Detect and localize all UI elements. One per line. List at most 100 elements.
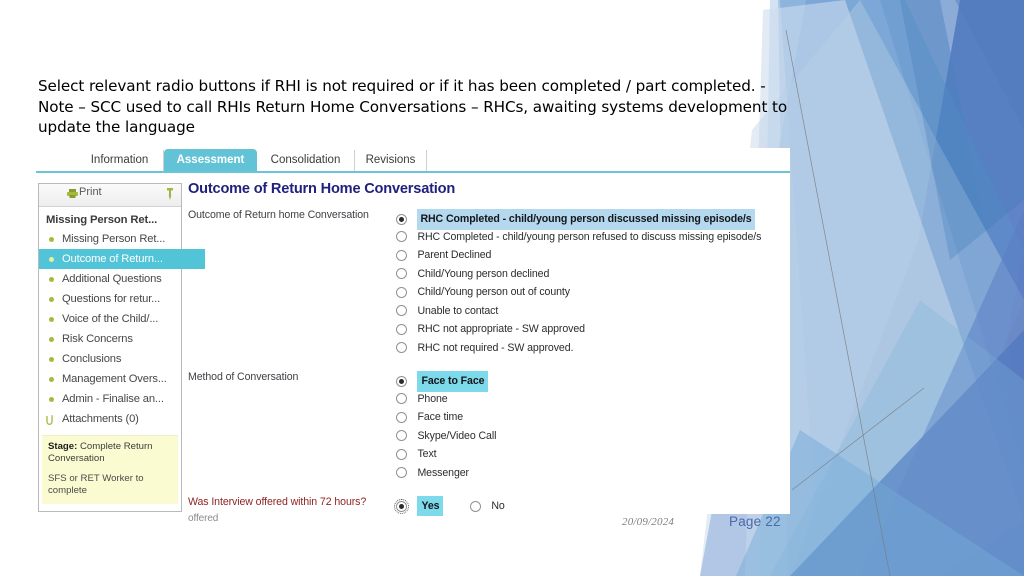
sidebar-item-attachments[interactable]: Attachments (0) — [39, 409, 181, 429]
print-button[interactable]: Print — [79, 186, 102, 198]
radio-label[interactable]: Face to Face — [417, 371, 489, 392]
radio-option[interactable]: Face time — [396, 408, 788, 427]
sidebar-item-conclusions[interactable]: Conclusions — [39, 349, 181, 369]
radio-label[interactable]: RHC Completed - child/young person discu… — [417, 209, 755, 230]
radio-label[interactable]: Parent Declined — [417, 246, 491, 265]
radio-button[interactable] — [396, 467, 407, 479]
radio-button[interactable] — [396, 430, 407, 442]
bullet-icon — [49, 277, 54, 282]
radio-label[interactable]: Face time — [417, 408, 463, 427]
bullet-icon — [49, 237, 54, 242]
sidebar-item-voice-of-the-child[interactable]: Voice of the Child/... — [39, 309, 181, 329]
section-title: Outcome of Return Home Conversation — [188, 181, 456, 197]
radio-button[interactable] — [469, 500, 481, 512]
radio-option[interactable]: Unable to contact — [396, 302, 788, 321]
radio-label[interactable]: Child/Young person declined — [417, 265, 549, 284]
radio-option-no[interactable]: No — [469, 497, 505, 515]
sidebar-item-label: Voice of the Child/... — [62, 313, 159, 325]
radio-button[interactable] — [396, 305, 407, 317]
radio-button[interactable] — [396, 448, 407, 460]
field-label: Was Interview offered within 72 hours? o… — [188, 496, 393, 525]
sidebar-item-label: Questions for retur... — [62, 293, 161, 305]
form-content: Outcome of Return Home Conversation Outc… — [188, 181, 788, 526]
radio-group-method: Face to Face Phone Face time Skype/Video… — [396, 371, 788, 482]
radio-label[interactable]: Text — [417, 445, 436, 464]
radio-label[interactable]: RHC not required - SW approved. — [417, 339, 573, 358]
sidebar-item-questions-for-return[interactable]: Questions for retur... — [39, 289, 181, 309]
radio-label[interactable]: No — [491, 497, 504, 515]
radio-option[interactable]: Face to Face — [396, 371, 788, 392]
slide-body-text: Select relevant radio buttons if RHI is … — [38, 77, 788, 136]
radio-label[interactable]: Phone — [417, 390, 447, 409]
radio-button[interactable] — [396, 231, 407, 243]
field-method-of-conversation: Method of Conversation Face to Face Phon… — [188, 371, 788, 489]
bullet-icon — [49, 317, 54, 322]
sidebar-item-label: Risk Concerns — [62, 333, 133, 345]
tab-consolidation[interactable]: Consolidation — [257, 150, 355, 171]
sidebar-item-outcome-of-return[interactable]: Outcome of Return... — [39, 249, 205, 269]
tab-revisions[interactable]: Revisions — [355, 150, 427, 171]
application-screenshot: Information Assessment Consolidation Rev… — [36, 148, 790, 524]
paperclip-icon — [46, 415, 53, 425]
radio-group-interview-offered: Yes No — [394, 496, 788, 516]
radio-option[interactable]: RHC Completed - child/young person discu… — [396, 209, 788, 230]
sidebar-item-label: Additional Questions — [62, 273, 162, 285]
radio-button[interactable] — [396, 249, 407, 261]
radio-label[interactable]: Child/Young person out of county — [417, 283, 570, 302]
radio-button[interactable] — [396, 393, 407, 405]
radio-button[interactable] — [396, 268, 407, 280]
navigation-list: Missing Person Ret... Outcome of Return.… — [39, 229, 205, 429]
radio-option[interactable]: Skype/Video Call — [396, 427, 788, 446]
form-frame: Print Missing Person Ret... Missing Pers… — [36, 173, 790, 524]
tab-assessment[interactable]: Assessment — [164, 149, 257, 171]
radio-option[interactable]: RHC not appropriate - SW approved — [396, 320, 788, 339]
pushpin-icon[interactable] — [166, 188, 174, 200]
bullet-icon — [49, 397, 54, 402]
radio-label[interactable]: Yes — [417, 496, 444, 516]
sidebar-item-label: Outcome of Return... — [62, 253, 163, 265]
sidebar-item-admin-finalise[interactable]: Admin - Finalise an... — [39, 389, 181, 409]
radio-option[interactable]: Parent Declined — [396, 246, 788, 265]
sidebar-item-risk-concerns[interactable]: Risk Concerns — [39, 329, 181, 349]
radio-button[interactable] — [396, 213, 407, 225]
sidebar-item-missing-person-return[interactable]: Missing Person Ret... — [39, 229, 181, 249]
radio-option[interactable]: RHC Completed - child/young person refus… — [396, 228, 788, 247]
sidebar-item-additional-questions[interactable]: Additional Questions — [39, 269, 181, 289]
radio-label[interactable]: Skype/Video Call — [417, 427, 496, 446]
radio-option-yes[interactable]: Yes — [394, 496, 444, 516]
tab-information[interactable]: Information — [76, 150, 164, 171]
radio-label[interactable]: RHC not appropriate - SW approved — [417, 320, 585, 339]
radio-button[interactable] — [396, 375, 407, 387]
bullet-icon — [49, 297, 54, 302]
sidebar-item-management-oversight[interactable]: Management Overs... — [39, 369, 181, 389]
bullet-icon — [49, 377, 54, 382]
radio-option[interactable]: Child/Young person declined — [396, 265, 788, 284]
field-outcome-of-return-home-conversation: Outcome of Return home Conversation RHC … — [188, 209, 788, 359]
radio-option[interactable]: Text — [396, 445, 788, 464]
radio-label[interactable]: Messenger — [417, 464, 469, 483]
radio-option[interactable]: Messenger — [396, 464, 788, 483]
radio-label[interactable]: RHC Completed - child/young person refus… — [417, 228, 761, 247]
stage-info-box: Stage: Complete Return Conversation SFS … — [42, 435, 178, 504]
radio-label[interactable]: Unable to contact — [417, 302, 498, 321]
navigation-panel: Print Missing Person Ret... Missing Pers… — [38, 183, 205, 512]
field-sublabel: offered — [188, 513, 219, 524]
navigation-toolbar: Print — [39, 183, 181, 207]
radio-option[interactable]: Child/Young person out of county — [396, 283, 788, 302]
radio-button[interactable] — [396, 323, 407, 335]
bullet-icon — [49, 257, 54, 262]
sidebar-item-label: Attachments (0) — [62, 413, 139, 425]
radio-option[interactable]: RHC not required - SW approved. — [396, 339, 788, 358]
bullet-icon — [49, 357, 54, 362]
radio-button[interactable] — [394, 498, 409, 514]
field-interview-offered-within-72-hours: Was Interview offered within 72 hours? o… — [188, 496, 788, 526]
radio-button[interactable] — [396, 286, 407, 298]
stage-label: Stage: — [48, 441, 78, 452]
stage-note: SFS or RET Worker to complete — [48, 473, 144, 496]
field-label-text: Was Interview offered within 72 hours? — [188, 496, 367, 508]
field-label: Method of Conversation — [188, 371, 299, 383]
sidebar-item-label: Management Overs... — [62, 373, 167, 385]
radio-option[interactable]: Phone — [396, 390, 788, 409]
radio-button[interactable] — [396, 411, 407, 423]
radio-button[interactable] — [396, 342, 407, 354]
